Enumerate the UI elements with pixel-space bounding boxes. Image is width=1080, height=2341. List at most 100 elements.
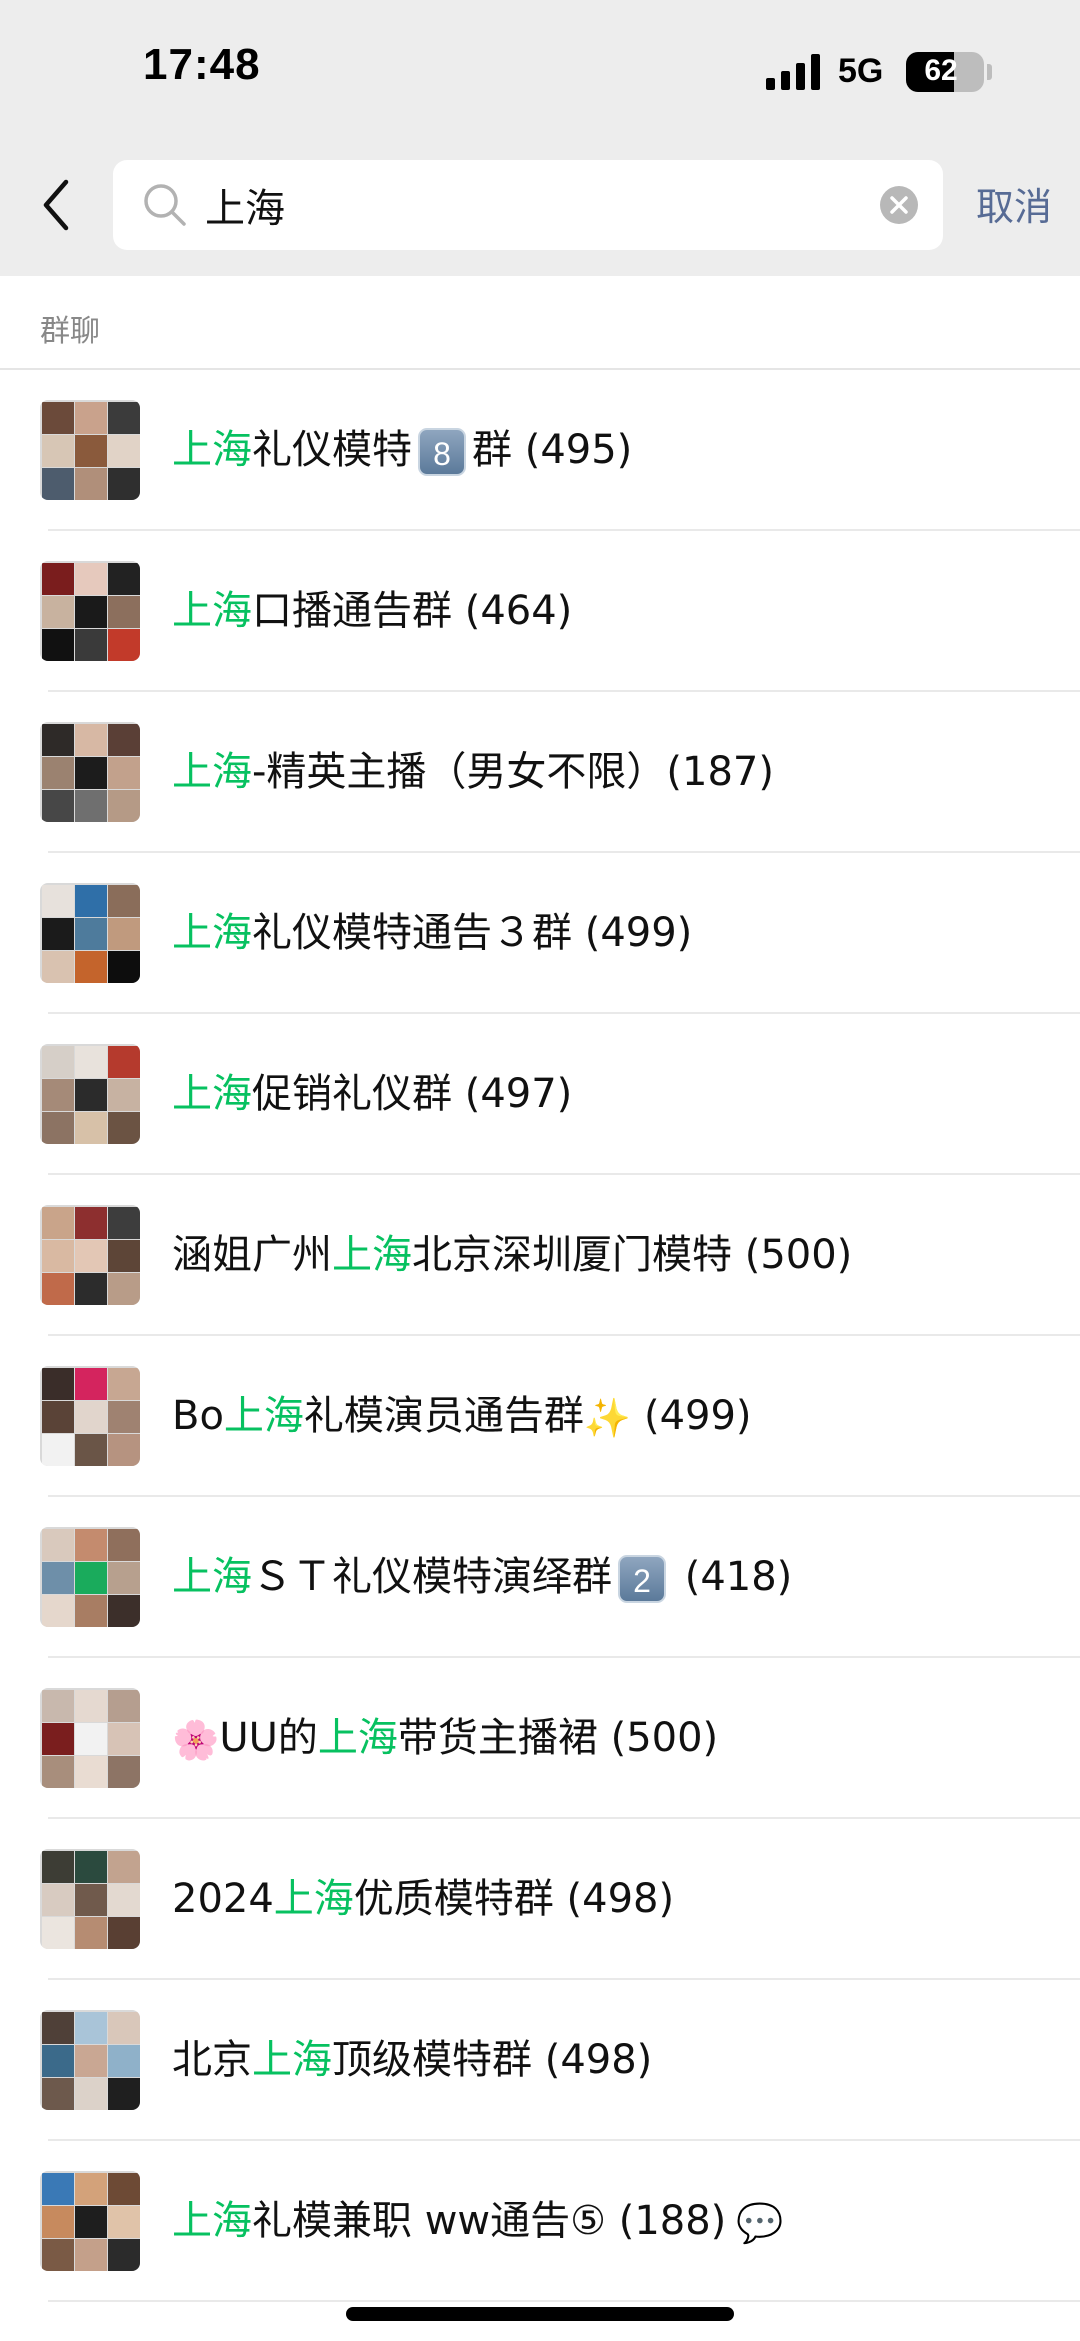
avatar-cell (108, 468, 140, 500)
title-highlight: 上海 (273, 1876, 354, 1922)
avatar-cell (42, 1401, 74, 1433)
back-arrow-icon[interactable] (36, 172, 80, 238)
section-header-group-chats: 群聊 (0, 276, 1080, 370)
avatar-cell (75, 1434, 107, 1466)
home-indicator[interactable] (346, 2307, 734, 2321)
result-title: 上海礼模兼职 ww通告⑤ (188) 💬 (172, 2141, 784, 2302)
avatar-cell (75, 1756, 107, 1788)
avatar-cell (42, 724, 74, 756)
result-row[interactable]: 上海礼仪模特 8 群 (495) (0, 370, 1080, 531)
search-results-list: 上海礼仪模特 8 群 (495) 上海口播通告群 (464) 上海-精英主播（男女不限）… (0, 370, 1080, 2302)
avatar-cell (108, 629, 140, 661)
result-row[interactable]: 涵姐广州上海北京深圳厦门模特 (500) (0, 1175, 1080, 1336)
avatar-cell (75, 596, 107, 628)
title-highlight: 上海 (172, 1071, 252, 1117)
result-row[interactable]: 🌸UU的上海带货主播裙 (500) (0, 1658, 1080, 1819)
avatar-cell (42, 2173, 74, 2205)
avatar-cell (108, 402, 140, 434)
avatar-cell (42, 629, 74, 661)
title-prefix: 2024 (172, 1876, 274, 1922)
avatar-cell (108, 1595, 140, 1627)
avatar-cell (75, 724, 107, 756)
avatar-cell (42, 1368, 74, 1400)
avatar-cell (75, 1562, 107, 1594)
result-row[interactable]: 2024上海优质模特群 (498) (0, 1819, 1080, 1980)
avatar-cell (75, 1401, 107, 1433)
avatar-cell (75, 757, 107, 789)
title-count: 群 (495) (472, 427, 633, 473)
title-suffix: 礼模演员通告群 (303, 1393, 584, 1439)
avatar-cell (108, 2239, 140, 2271)
result-row[interactable]: 上海ＳＴ礼仪模特演绎群 2 (418) (0, 1497, 1080, 1658)
cancel-button[interactable]: 取消 (976, 176, 1052, 231)
avatar-cell (75, 918, 107, 950)
result-title: 上海口播通告群 (464) (172, 531, 572, 692)
search-input[interactable] (205, 160, 865, 250)
title-suffix: 礼仪模特通告３群 (499) (252, 910, 693, 956)
avatar-cell (75, 1273, 107, 1305)
avatar-cell (108, 1723, 140, 1755)
result-row[interactable]: 北京上海顶级模特群 (498) (0, 1980, 1080, 2141)
number-badge-icon: 8 (418, 428, 466, 476)
avatar-cell (75, 1046, 107, 1078)
avatar-cell (75, 435, 107, 467)
result-title: 上海礼仪模特通告３群 (499) (172, 853, 692, 1014)
network-type: 5G (838, 52, 884, 90)
result-row[interactable]: 上海口播通告群 (464) (0, 531, 1080, 692)
avatar-cell (42, 951, 74, 983)
avatar-cell (75, 629, 107, 661)
avatar-cell (42, 1529, 74, 1561)
title-highlight: 上海 (223, 1393, 304, 1439)
result-row[interactable]: 上海礼模兼职 ww通告⑤ (188) 💬 (0, 2141, 1080, 2302)
avatar-cell (108, 1401, 140, 1433)
avatar-cell (108, 1884, 140, 1916)
avatar-cell (42, 2206, 74, 2238)
avatar-cell (42, 1595, 74, 1627)
result-title: 2024上海优质模特群 (498) (172, 1819, 674, 1980)
avatar-cell (108, 1434, 140, 1466)
avatar-cell (75, 402, 107, 434)
flower-emoji-icon: 🌸 (172, 1718, 220, 1762)
avatar-cell (108, 1562, 140, 1594)
group-avatar (40, 1688, 140, 1788)
search-box[interactable] (113, 160, 943, 250)
avatar-cell (75, 2173, 107, 2205)
title-highlight: 上海 (332, 1232, 412, 1278)
section-title: 群聊 (40, 314, 100, 349)
avatar-cell (42, 790, 74, 822)
title-suffix: 北京深圳厦门模特 (500) (412, 1232, 853, 1278)
result-row[interactable]: 上海礼仪模特通告３群 (499) (0, 853, 1080, 1014)
result-row[interactable]: Bo上海礼模演员通告群✨ (499) (0, 1336, 1080, 1497)
avatar-cell (108, 1207, 140, 1239)
avatar-cell (75, 1079, 107, 1111)
search-bar-area: 取消 (0, 150, 1080, 276)
status-bar: 17:48 5G 62 (0, 0, 1080, 150)
result-row[interactable]: 上海-精英主播（男女不限）(187) (0, 692, 1080, 853)
avatar-cell (108, 1917, 140, 1949)
avatar-cell (75, 1690, 107, 1722)
avatar-cell (108, 1529, 140, 1561)
avatar-cell (42, 1723, 74, 1755)
title-suffix: ＳＴ礼仪模特演绎群 (252, 1554, 612, 1600)
title-prefix: UU的 (219, 1715, 318, 1761)
status-time: 17:48 (143, 40, 261, 89)
avatar-cell (75, 468, 107, 500)
group-avatar (40, 1205, 140, 1305)
avatar-cell (42, 1884, 74, 1916)
title-prefix: 涵姐广州 (172, 1232, 332, 1278)
avatar-cell (108, 757, 140, 789)
avatar-cell (42, 1112, 74, 1144)
clear-search-icon[interactable] (879, 185, 919, 225)
result-title: 上海-精英主播（男女不限）(187) (172, 692, 774, 853)
avatar-cell (108, 1079, 140, 1111)
avatar-cell (75, 2045, 107, 2077)
avatar-cell (108, 2206, 140, 2238)
battery-percent: 62 (924, 54, 958, 87)
avatar-cell (108, 790, 140, 822)
battery-tip (987, 64, 992, 80)
avatar-cell (42, 1756, 74, 1788)
number-badge-icon: 2 (618, 1555, 666, 1603)
result-row[interactable]: 上海促销礼仪群 (497) (0, 1014, 1080, 1175)
avatar-cell (108, 1240, 140, 1272)
group-avatar (40, 2010, 140, 2110)
